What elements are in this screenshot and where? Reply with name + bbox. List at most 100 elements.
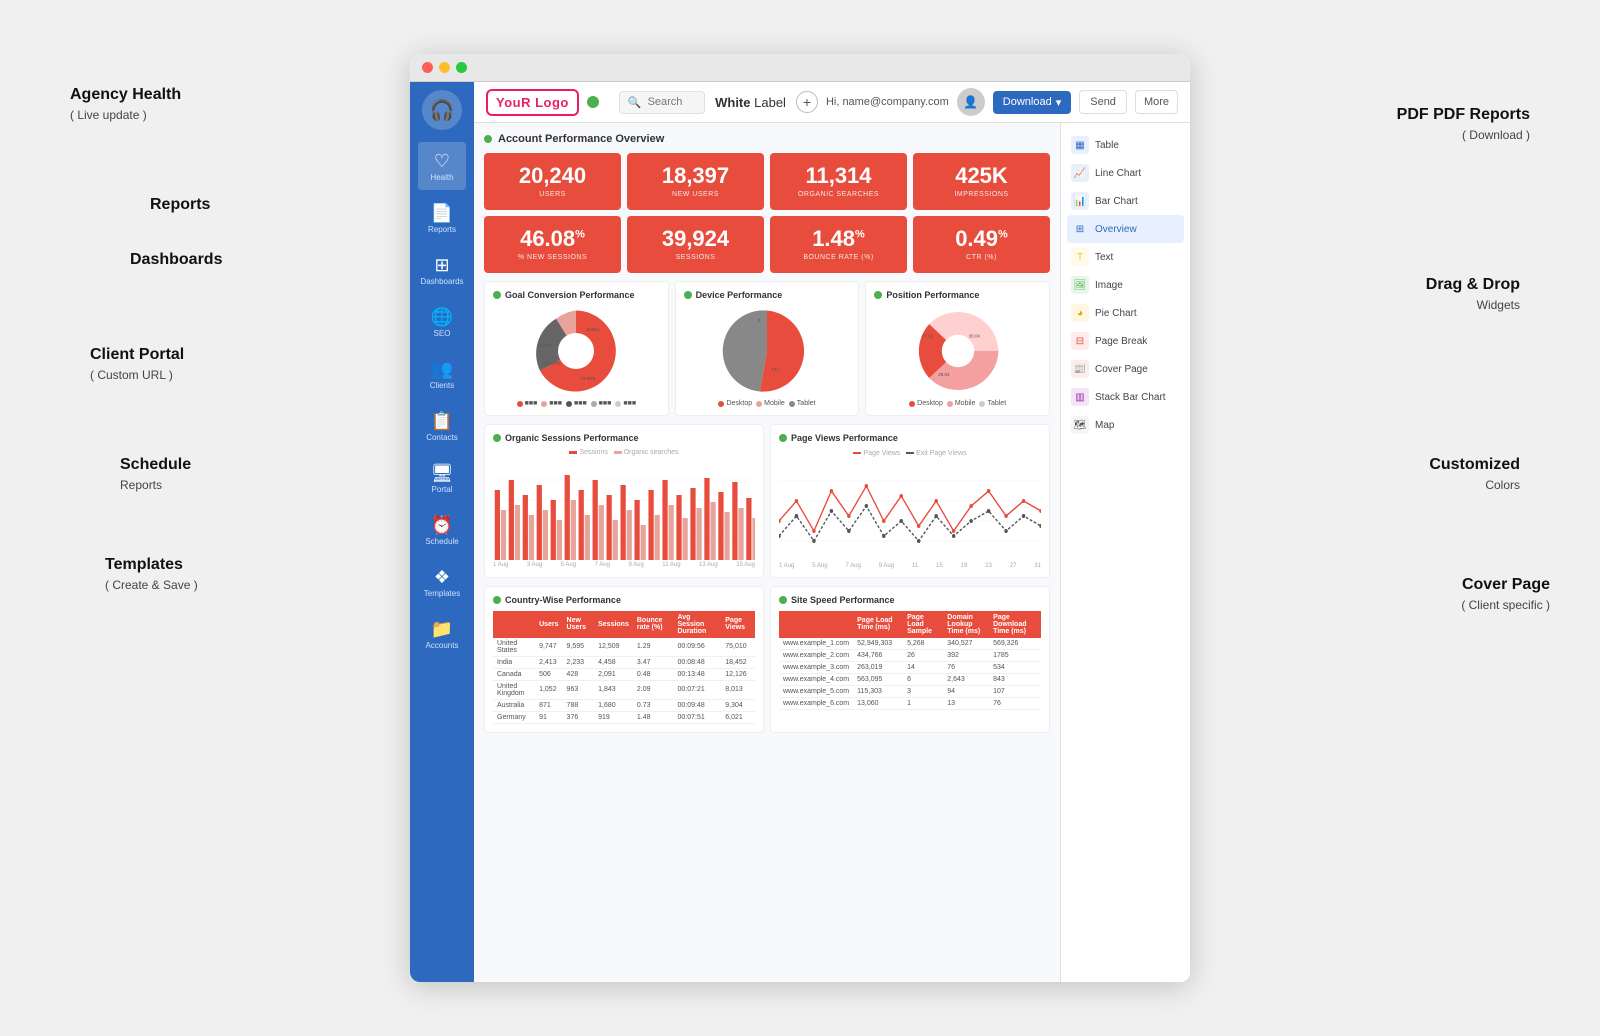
country-green-dot	[493, 596, 501, 604]
pie-charts-row: Goal Conversion Performance	[484, 281, 1050, 416]
search-box[interactable]: 🔍	[619, 91, 705, 114]
sidebar-item-health[interactable]: ♡ Health	[418, 142, 466, 190]
health-icon: ♡	[434, 151, 450, 172]
widget-bar-chart[interactable]: 📊 Bar Chart	[1067, 187, 1184, 215]
sidebar-item-reports[interactable]: 📄 Reports	[418, 194, 466, 242]
sidebar-item-schedule[interactable]: ⏰ Schedule	[418, 506, 466, 554]
logo-badge: YouR Logo	[486, 89, 579, 116]
sidebar: 🎧 ♡ Health 📄 Reports ⊞ Dashboards 🌐 SEO	[410, 82, 474, 982]
widget-line-chart[interactable]: 📈 Line Chart	[1067, 159, 1184, 187]
pageviews-x-axis: 1 Aug5 Aug7 Aug9 Aug111519232731	[779, 563, 1041, 569]
table-row: www.example_3.com263,0191476534	[779, 661, 1041, 673]
stat-label-new-sessions: % NEW SESSIONS	[494, 254, 611, 261]
logo-area: YouR Logo	[486, 89, 599, 116]
widget-table-label: Table	[1095, 140, 1119, 151]
download-button[interactable]: Download ▾	[993, 91, 1071, 114]
widget-overview-label: Overview	[1095, 224, 1137, 235]
logo-text: YouR Logo	[496, 95, 569, 110]
widget-table[interactable]: ▦ Table	[1067, 131, 1184, 159]
pageviews-title-text: Page Views Performance	[791, 433, 898, 443]
ann-title-templates: Templates	[105, 556, 183, 573]
stat-label-ctr: CTR (%)	[923, 254, 1040, 261]
site-green-dot	[779, 596, 787, 604]
dashboard-main: Account Performance Overview 20,240 USER…	[474, 123, 1060, 982]
main-content: YouR Logo 🔍 White Label + Hi, name@compa…	[474, 82, 1190, 982]
sidebar-item-accounts[interactable]: 📁 Accounts	[418, 610, 466, 658]
widget-map-label: Map	[1095, 420, 1114, 431]
sidebar-item-seo[interactable]: 🌐 SEO	[418, 298, 466, 346]
goal-green-dot	[493, 291, 501, 299]
annotation-cover-page: Cover Page ( Client specific )	[1461, 574, 1550, 615]
svg-text:28.04: 28.04	[938, 372, 950, 377]
sidebar-item-clients[interactable]: 👥 Clients	[418, 350, 466, 398]
browser-close-dot[interactable]	[422, 62, 433, 73]
map-icon: 🗺	[1071, 416, 1089, 434]
browser-window: 🎧 ♡ Health 📄 Reports ⊞ Dashboards 🌐 SEO	[410, 54, 1190, 982]
widget-page-break[interactable]: ⊟ Page Break	[1067, 327, 1184, 355]
table-row: www.example_1.com52,949,3035,268340,5275…	[779, 638, 1041, 650]
stat-card-new-users: 18,397 NEW USERS	[627, 153, 764, 210]
goal-title-text: Goal Conversion Performance	[505, 290, 635, 300]
widget-text[interactable]: T Text	[1067, 243, 1184, 271]
reports-icon: 📄	[431, 203, 453, 224]
widget-overview[interactable]: ⊞ Overview	[1067, 215, 1184, 243]
browser-minimize-dot[interactable]	[439, 62, 450, 73]
sidebar-item-dashboards[interactable]: ⊞ Dashboards	[418, 246, 466, 294]
stat-card-sessions: 39,924 SESSIONS	[627, 216, 764, 273]
widget-stack-bar-chart-label: Stack Bar Chart	[1095, 392, 1166, 403]
organic-sessions-card: Organic Sessions Performance Sessions Or…	[484, 424, 764, 578]
goal-conversion-title: Goal Conversion Performance	[493, 290, 660, 300]
sidebar-headphones-icon: 🎧	[430, 98, 455, 123]
table-row: www.example_6.com13,06011376	[779, 697, 1041, 709]
annotation-reports: Reports	[150, 194, 210, 216]
ann-sub-drag: Widgets	[1477, 298, 1520, 312]
user-email: Hi, name@company.com	[826, 96, 949, 108]
position-pie-container: 27.52 30.04 28.04 Desktop Mobile Tablet	[874, 306, 1041, 407]
avatar: 👤	[957, 88, 985, 116]
widget-stack-bar-chart[interactable]: ▥ Stack Bar Chart	[1067, 383, 1184, 411]
table-row: Australia8717881,6800.7300:09:489,304	[493, 699, 755, 711]
ann-sub-schedule: Reports	[120, 478, 162, 492]
site-speed-table: Page Load Time (ms) Page Load Sample Dom…	[779, 611, 1041, 710]
label-text: Label	[754, 95, 786, 110]
stat-card-impressions: 425K IMPRESSIONS	[913, 153, 1050, 210]
sidebar-item-contacts[interactable]: 📋 Contacts	[418, 402, 466, 450]
stat-card-new-sessions: 46.08% % NEW SESSIONS	[484, 216, 621, 273]
more-button[interactable]: More	[1135, 90, 1178, 114]
widget-panel: ▦ Table 📈 Line Chart 📊 Bar Chart ⊞	[1060, 123, 1190, 982]
section-green-dot	[484, 135, 492, 143]
organic-legend-sessions: Sessions	[569, 449, 607, 456]
site-title-text: Site Speed Performance	[791, 595, 895, 605]
sidebar-seo-label: SEO	[434, 330, 451, 338]
device-green-dot	[684, 291, 692, 299]
portal-icon: 🖥	[431, 463, 454, 484]
organic-title-text: Organic Sessions Performance	[505, 433, 639, 443]
legend-item: ■■■	[517, 400, 538, 407]
sidebar-item-templates[interactable]: ❖ Templates	[418, 558, 466, 606]
position-pie-chart: 27.52 30.04 28.04	[908, 306, 1008, 396]
search-input[interactable]	[648, 96, 697, 108]
stat-card-users: 20,240 USERS	[484, 153, 621, 210]
sidebar-health-label: Health	[430, 174, 453, 182]
ann-title-cover: Cover Page	[1462, 576, 1550, 593]
stat-cards-grid: 20,240 USERS 18,397 NEW USERS 11,314 ORG…	[484, 153, 1050, 273]
send-button[interactable]: Send	[1079, 90, 1127, 114]
table-row: www.example_5.com115,303394107	[779, 685, 1041, 697]
legend-pos-tablet: Tablet	[979, 400, 1006, 407]
page-views-title: Page Views Performance	[779, 433, 1041, 443]
stat-label-impressions: IMPRESSIONS	[923, 191, 1040, 198]
position-legend: Desktop Mobile Tablet	[909, 400, 1006, 407]
widget-pie-chart[interactable]: ◕ Pie Chart	[1067, 299, 1184, 327]
line-chart-icon: 📈	[1071, 164, 1089, 182]
legend-item: ■■■	[591, 400, 612, 407]
widget-map[interactable]: 🗺 Map	[1067, 411, 1184, 439]
device-performance-title: Device Performance	[684, 290, 851, 300]
widget-cover-page[interactable]: 📰 Cover Page	[1067, 355, 1184, 383]
schedule-icon: ⏰	[431, 515, 453, 536]
browser-maximize-dot[interactable]	[456, 62, 467, 73]
browser-chrome	[410, 54, 1190, 82]
sidebar-item-portal[interactable]: 🖥 Portal	[418, 454, 466, 502]
add-button[interactable]: +	[796, 91, 818, 113]
topbar: YouR Logo 🔍 White Label + Hi, name@compa…	[474, 82, 1190, 123]
widget-image[interactable]: 🖼 Image	[1067, 271, 1184, 299]
